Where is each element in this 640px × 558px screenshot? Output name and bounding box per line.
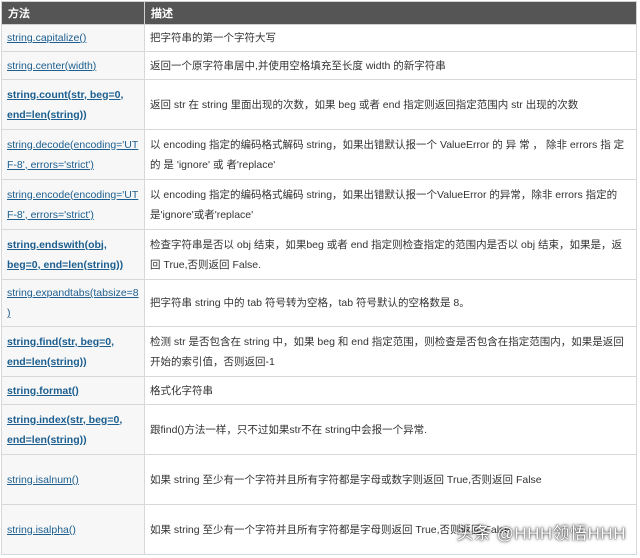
method-cell: string.decode(encoding='UTF-8', errors='… (1, 129, 145, 180)
table-row: string.capitalize() 把字符串的第一个字符大写 (1, 24, 637, 52)
description-cell: 跟find()方法一样，只不过如果str不在 string中会报一个异常. (144, 404, 637, 455)
method-link[interactable]: string.decode(encoding='UTF-8', errors='… (7, 139, 138, 171)
header-method: 方法 (1, 1, 145, 25)
description-cell: 把字符串的第一个字符大写 (144, 24, 637, 52)
table-row: string.isalnum() 如果 string 至少有一个字符并且所有字符都… (1, 454, 637, 505)
method-cell: string.count(str, beg=0, end=len(string)… (1, 79, 145, 130)
table-row: string.endswith(obj, beg=0, end=len(stri… (1, 229, 637, 280)
python-string-methods-table: 方法 描述 string.capitalize() 把字符串的第一个字符大写 str… (1, 1, 637, 555)
table-header-row: 方法 描述 (1, 1, 637, 25)
table-row: string.expandtabs(tabsize=8) 把字符串 string … (1, 279, 637, 327)
description-cell: 以 encoding 指定的编码格式解码 string，如果出错默认报一个 Va… (144, 129, 637, 180)
table-row: string.format() 格式化字符串 (1, 376, 637, 405)
table-row: string.encode(encoding='UTF-8', errors='… (1, 179, 637, 230)
method-link[interactable]: string.center(width) (7, 60, 96, 72)
method-cell: string.expandtabs(tabsize=8) (1, 279, 145, 327)
method-link[interactable]: string.isalpha() (7, 524, 76, 536)
method-link[interactable]: string.endswith(obj, beg=0, end=len(stri… (7, 239, 123, 271)
method-cell: string.format() (1, 376, 145, 405)
description-cell: 以 encoding 指定的编码格式编码 string，如果出错默认报一个Val… (144, 179, 637, 230)
method-link[interactable]: string.index(str, beg=0, end=len(string)… (7, 414, 122, 446)
method-link[interactable]: string.expandtabs(tabsize=8) (7, 287, 139, 319)
table-row: string.count(str, beg=0, end=len(string)… (1, 79, 637, 130)
description-cell: 把字符串 string 中的 tab 符号转为空格，tab 符号默认的空格数是 … (144, 279, 637, 327)
method-link[interactable]: string.capitalize() (7, 32, 86, 44)
method-cell: string.encode(encoding='UTF-8', errors='… (1, 179, 145, 230)
watermark-text: 头条 @HHH领悟HHH (456, 524, 626, 543)
method-link[interactable]: string.isalnum() (7, 474, 79, 486)
method-link[interactable]: string.encode(encoding='UTF-8', errors='… (7, 189, 138, 221)
method-cell: string.index(str, beg=0, end=len(string)… (1, 404, 145, 455)
description-cell: 如果 string 至少有一个字符并且所有字符都是字母或数字则返回 True,否… (144, 454, 637, 505)
method-cell: string.endswith(obj, beg=0, end=len(stri… (1, 229, 145, 280)
header-description: 描述 (144, 1, 637, 25)
description-cell: 返回一个原字符串居中,并使用空格填充至长度 width 的新字符串 (144, 51, 637, 80)
method-link[interactable]: string.find(str, beg=0, end=len(string)) (7, 336, 114, 368)
description-cell: 格式化字符串 (144, 376, 637, 405)
method-link[interactable]: string.count(str, beg=0, end=len(string)… (7, 89, 123, 121)
table-body: string.capitalize() 把字符串的第一个字符大写 string.ce… (1, 24, 637, 555)
watermark: 头条 @HHH领悟HHH (456, 519, 626, 544)
method-cell: string.center(width) (1, 51, 145, 80)
method-link[interactable]: string.format() (7, 385, 79, 397)
table-row: string.decode(encoding='UTF-8', errors='… (1, 129, 637, 180)
description-cell: 返回 str 在 string 里面出现的次数，如果 beg 或者 end 指定… (144, 79, 637, 130)
table-row: string.center(width) 返回一个原字符串居中,并使用空格填充至长… (1, 51, 637, 80)
table-row: string.index(str, beg=0, end=len(string)… (1, 404, 637, 455)
description-cell: 检查字符串是否以 obj 结束，如果beg 或者 end 指定则检查指定的范围内… (144, 229, 637, 280)
method-cell: string.isalnum() (1, 454, 145, 505)
description-cell: 检测 str 是否包含在 string 中，如果 beg 和 end 指定范围，… (144, 326, 637, 377)
table-row: string.find(str, beg=0, end=len(string))… (1, 326, 637, 377)
method-cell: string.find(str, beg=0, end=len(string)) (1, 326, 145, 377)
method-cell: string.isalpha() (1, 504, 145, 555)
method-cell: string.capitalize() (1, 24, 145, 52)
